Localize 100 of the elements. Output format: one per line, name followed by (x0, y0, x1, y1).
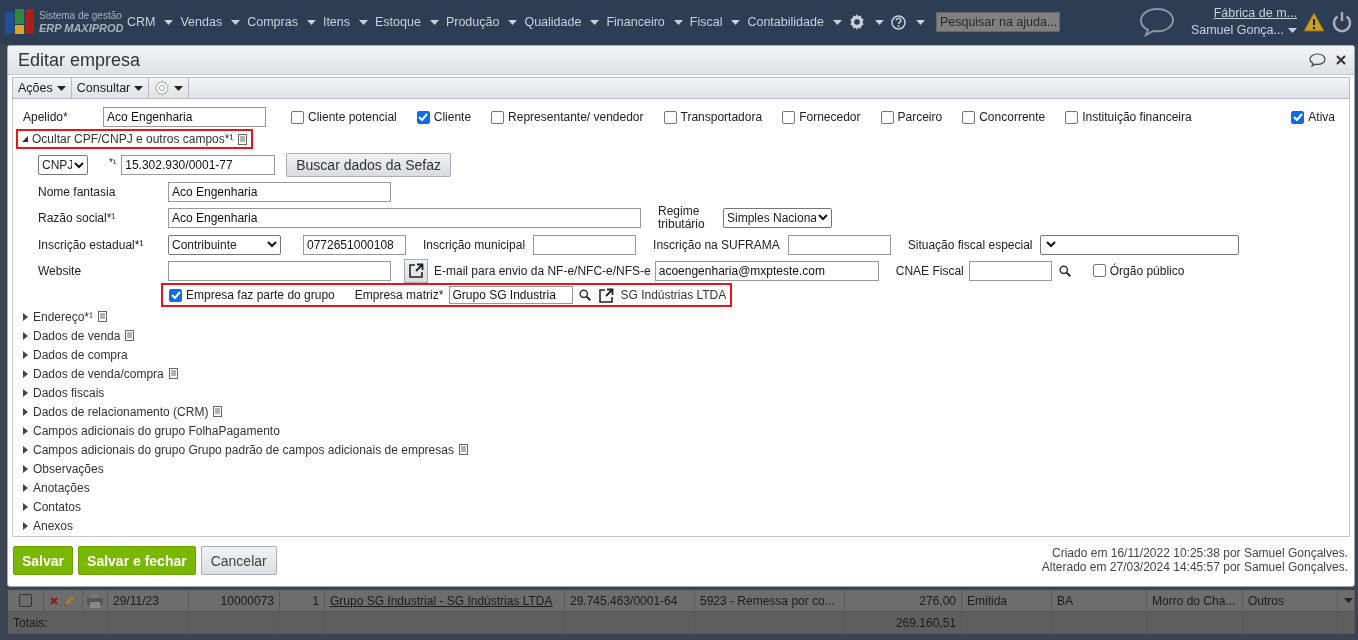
section-toggle[interactable]: Campos adicionais do grupo FolhaPagamento (23, 423, 280, 438)
section-toggle[interactable]: Campos adicionais do grupo Grupo padrão de campos adicionais de empresas (23, 442, 454, 457)
input-field[interactable]: Grupo SG Industria (449, 286, 574, 304)
menu-item[interactable]: Estoque (375, 15, 439, 29)
checkbox[interactable] (962, 110, 976, 124)
note-icon[interactable] (98, 311, 108, 322)
note-icon[interactable] (238, 133, 248, 145)
caret-icon[interactable] (673, 19, 683, 25)
audit-text: Alterado em 27/03/2024 14:45:57 por Samuel Gonçalves. (1041, 560, 1348, 574)
checkbox[interactable] (663, 110, 677, 124)
section-toggle[interactable]: Dados de venda (23, 328, 121, 343)
external-link-icon[interactable] (599, 287, 615, 303)
caret-icon[interactable] (590, 19, 600, 25)
search-field[interactable]: Pesquisar na ajuda... (935, 12, 1060, 32)
menu-item[interactable]: CRM (127, 15, 174, 29)
search-icon[interactable] (579, 289, 592, 301)
checkbox[interactable] (19, 594, 32, 607)
toolbar-button[interactable]: Consultar (71, 78, 150, 98)
checkbox[interactable] (1065, 110, 1079, 124)
checkbox[interactable] (880, 110, 894, 124)
section-toggle[interactable]: Anexos (23, 518, 74, 533)
section-toggle[interactable]: Anotações (23, 480, 90, 495)
input-field[interactable] (787, 234, 891, 255)
checkbox[interactable] (782, 110, 796, 124)
menu-item[interactable]: Compras (247, 15, 316, 29)
caret-icon[interactable] (915, 19, 925, 25)
close-icon[interactable] (1336, 55, 1346, 65)
chat-icon[interactable] (1138, 7, 1175, 37)
input-field[interactable]: Aco Engenharia (103, 107, 266, 127)
input-field[interactable]: Aco Engenharia (168, 207, 641, 228)
section-toggle[interactable]: Dados de compra (23, 347, 128, 362)
expand-triangle-icon (23, 407, 28, 416)
note-icon[interactable] (168, 368, 178, 379)
input-field[interactable] (968, 260, 1052, 281)
menu-item[interactable]: Produção (445, 15, 518, 29)
caret-icon[interactable] (56, 85, 66, 91)
caret-icon[interactable] (832, 19, 842, 25)
caret-icon[interactable] (359, 19, 368, 25)
menu-item[interactable]: Qualidade (524, 15, 600, 29)
input-field[interactable] (168, 260, 391, 281)
section-toggle[interactable]: Observações (23, 461, 104, 476)
cancel-button[interactable]: Cancelar (200, 546, 277, 575)
caret-icon[interactable] (174, 85, 184, 91)
input-field[interactable]: 0772651000108 (303, 234, 406, 255)
input-field[interactable] (533, 234, 637, 255)
checkbox[interactable] (169, 288, 182, 302)
power-icon[interactable] (1331, 11, 1353, 33)
company-link[interactable]: Fábrica de m... (1213, 5, 1297, 22)
dropdown[interactable]: Contribuinte (168, 234, 281, 255)
checkbox[interactable] (491, 110, 505, 124)
note-icon[interactable] (458, 444, 468, 455)
menu-item[interactable]: Itens (322, 15, 368, 29)
open-link-button[interactable] (404, 258, 428, 283)
settings-icon[interactable] (848, 14, 865, 30)
menu-item[interactable]: Vendas (180, 15, 241, 29)
input-field[interactable]: Aco Engenharia (168, 181, 391, 202)
caret-icon[interactable] (874, 19, 884, 25)
checkbox[interactable] (416, 110, 430, 124)
logo-icon[interactable] (5, 9, 35, 35)
audit-text: Criado em 16/11/2022 10:25:38 por Samuel Gonçalves. (1052, 546, 1348, 560)
help-icon[interactable] (890, 14, 906, 30)
caret-icon[interactable] (231, 19, 241, 25)
section-toggle[interactable]: Contatos (23, 499, 82, 514)
caret-icon[interactable] (508, 19, 518, 25)
note-icon[interactable] (213, 406, 223, 417)
section-toggle[interactable]: Endereço*¹ (23, 309, 94, 324)
section-toggle[interactable]: Dados fiscais (23, 385, 105, 400)
menu-item[interactable]: Fiscal (689, 15, 741, 29)
input-field[interactable]: 15.302.930/0001-77 (121, 155, 276, 175)
caret-icon[interactable] (1288, 28, 1297, 33)
checkbox[interactable] (291, 110, 304, 124)
checkbox-label: Ativa (1308, 110, 1335, 124)
field-label: Nome fantasia (38, 184, 117, 199)
menu-item[interactable]: Contabilidade (747, 15, 842, 29)
caret-icon[interactable] (306, 19, 316, 25)
warning-icon[interactable] (1303, 12, 1325, 32)
caret-icon[interactable] (134, 85, 144, 91)
lookup-button[interactable]: Buscar dados da Sefaz (286, 153, 451, 177)
toolbar-button[interactable]: Ações (13, 78, 72, 98)
caret-icon[interactable] (731, 19, 741, 25)
search-icon[interactable] (1058, 264, 1071, 277)
comment-icon[interactable] (1309, 53, 1326, 67)
section-toggle[interactable]: Dados de venda/compra (23, 366, 164, 381)
checkbox[interactable] (1291, 110, 1305, 124)
caret-icon[interactable] (164, 19, 174, 25)
note-icon[interactable] (125, 330, 135, 341)
field-label: Razão social*¹ (38, 210, 117, 225)
caret-icon[interactable] (429, 19, 439, 25)
section-toggle[interactable]: Dados de relacionamento (CRM) (23, 404, 209, 419)
section-toggle[interactable]: Ocultar CPF/CNPJ e outros campos*¹ (22, 132, 234, 146)
table-cell: Outros (1243, 590, 1338, 611)
dropdown[interactable]: CNPJ (38, 155, 88, 175)
user-menu[interactable]: Samuel Gonça... (1190, 22, 1297, 39)
chevron-icon (1046, 241, 1057, 248)
expand-triangle-icon (23, 369, 28, 378)
dropdown[interactable] (1040, 234, 1240, 255)
company-link[interactable]: SG Indústrias LTDA (620, 288, 727, 302)
menu-item[interactable]: Financeiro (606, 15, 683, 29)
checkbox[interactable] (1092, 264, 1106, 277)
input-field[interactable]: acoengenharia@mxpteste.com (654, 260, 879, 281)
